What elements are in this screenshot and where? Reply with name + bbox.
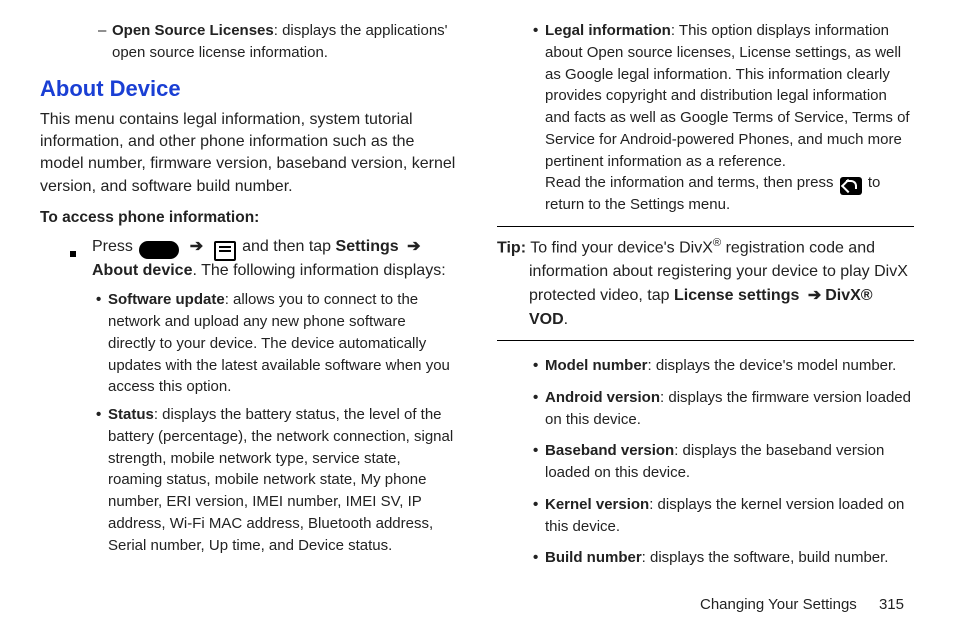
- open-source-title: Open Source Licenses: [112, 22, 274, 39]
- legal-read-pre: Read the information and terms, then pre…: [545, 174, 838, 191]
- bullet-icon: •: [533, 494, 545, 538]
- baseband-title: Baseband version: [545, 442, 674, 459]
- bullet-icon: •: [533, 387, 545, 431]
- software-update-item: • Software update: allows you to connect…: [96, 289, 457, 398]
- tip-end: .: [564, 311, 568, 328]
- bullet-icon: •: [96, 404, 108, 556]
- press-step: Press ➔ and then tap Settings ➔ About de…: [70, 235, 457, 283]
- software-update-title: Software update: [108, 291, 225, 308]
- settings-label: Settings: [336, 238, 399, 255]
- bullet-icon: •: [533, 20, 545, 216]
- page-footer: Changing Your Settings 315: [700, 594, 904, 617]
- about-device-intro: This menu contains legal information, sy…: [40, 109, 457, 199]
- tip-label: Tip:: [497, 239, 526, 256]
- status-title: Status: [108, 406, 154, 423]
- about-device-label: About device: [92, 262, 192, 279]
- menu-key-icon: [214, 241, 236, 261]
- page-columns: – Open Source Licenses: displays the app…: [40, 20, 914, 579]
- legal-desc: : This option displays information about…: [545, 22, 910, 170]
- status-desc: : displays the battery status, the level…: [108, 406, 453, 554]
- kernel-item: • Kernel version: displays the kernel ve…: [533, 494, 914, 538]
- dash-icon: –: [98, 20, 112, 64]
- back-key-icon: [840, 177, 862, 195]
- bullet-icon: •: [96, 289, 108, 398]
- bullet-icon: •: [533, 547, 545, 569]
- press-post: . The following information displays:: [192, 262, 445, 279]
- bullet-icon: •: [533, 355, 545, 377]
- left-column: – Open Source Licenses: displays the app…: [40, 20, 457, 579]
- right-column: • Legal information: This option display…: [497, 20, 914, 579]
- tip-bold1: License settings: [674, 287, 804, 304]
- arrow-icon: ➔: [190, 238, 203, 255]
- press-pre: Press: [92, 238, 137, 255]
- footer-label: Changing Your Settings: [700, 596, 857, 613]
- model-item: • Model number: displays the device's mo…: [533, 355, 914, 377]
- press-mid: and then tap: [238, 238, 336, 255]
- model-desc: : displays the device's model number.: [648, 357, 897, 374]
- arrow-icon: ➔: [407, 238, 420, 255]
- square-bullet-icon: [70, 235, 92, 265]
- tip-block: Tip: To find your device's DivX® registr…: [497, 226, 914, 341]
- legal-item: • Legal information: This option display…: [533, 20, 914, 216]
- android-title: Android version: [545, 389, 660, 406]
- build-desc: : displays the software, build number.: [642, 549, 889, 566]
- bullet-icon: •: [533, 440, 545, 484]
- build-title: Build number: [545, 549, 642, 566]
- home-key-icon: [139, 241, 179, 259]
- open-source-item: – Open Source Licenses: displays the app…: [98, 20, 457, 64]
- tip-line1: To find your device's DivX: [526, 239, 713, 256]
- status-item: • Status: displays the battery status, t…: [96, 404, 457, 556]
- android-item: • Android version: displays the firmware…: [533, 387, 914, 431]
- build-item: • Build number: displays the software, b…: [533, 547, 914, 569]
- tip-sup: ®: [713, 237, 721, 249]
- page-number: 315: [879, 596, 904, 613]
- baseband-item: • Baseband version: displays the baseban…: [533, 440, 914, 484]
- section-heading-about-device: About Device: [40, 72, 457, 105]
- kernel-title: Kernel version: [545, 496, 649, 513]
- access-heading: To access phone information:: [40, 206, 457, 229]
- legal-title: Legal information: [545, 22, 671, 39]
- model-title: Model number: [545, 357, 648, 374]
- arrow-icon: ➔: [808, 287, 821, 304]
